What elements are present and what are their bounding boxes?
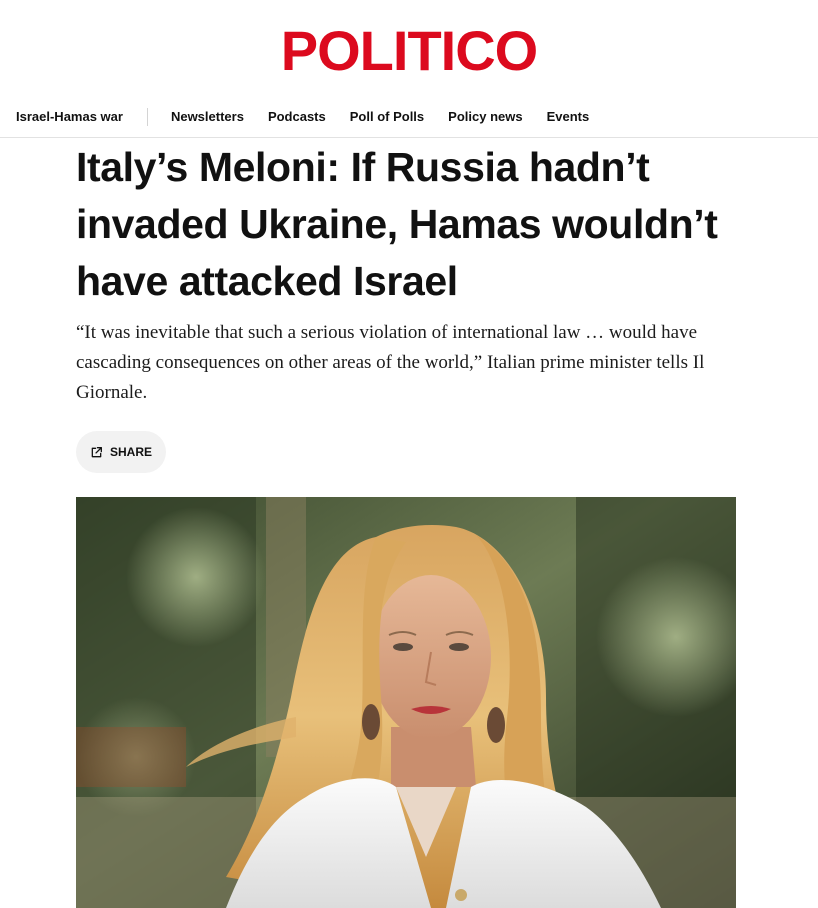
article-dek: “It was inevitable that such a serious v… [76, 322, 705, 403]
top-navigation: Israel-Hamas war Newsletters Podcasts Po… [0, 96, 818, 138]
article-headline: Italy’s Meloni: If Russia hadn’t invaded… [76, 144, 718, 304]
nav-item-podcasts[interactable]: Podcasts [268, 109, 326, 124]
nav-divider [146, 107, 148, 126]
nav-item-newsletters[interactable]: Newsletters [171, 109, 244, 124]
article-page: POLITICO Israel-Hamas war Newsletters Po… [0, 0, 818, 908]
nav-item-poll-of-polls[interactable]: Poll of Polls [350, 109, 424, 124]
hero-image [76, 497, 736, 908]
politico-logo[interactable]: POLITICO [281, 23, 538, 79]
share-button[interactable]: SHARE [76, 431, 166, 473]
masthead: POLITICO [0, 0, 818, 96]
external-share-icon [90, 446, 103, 459]
share-label: SHARE [109, 445, 152, 459]
hero-photo-illustration [76, 497, 736, 908]
nav-item-policy-news[interactable]: Policy news [448, 109, 522, 124]
nav-item-events[interactable]: Events [547, 109, 590, 124]
nav-item-israel-hamas-war[interactable]: Israel-Hamas war [16, 109, 123, 124]
